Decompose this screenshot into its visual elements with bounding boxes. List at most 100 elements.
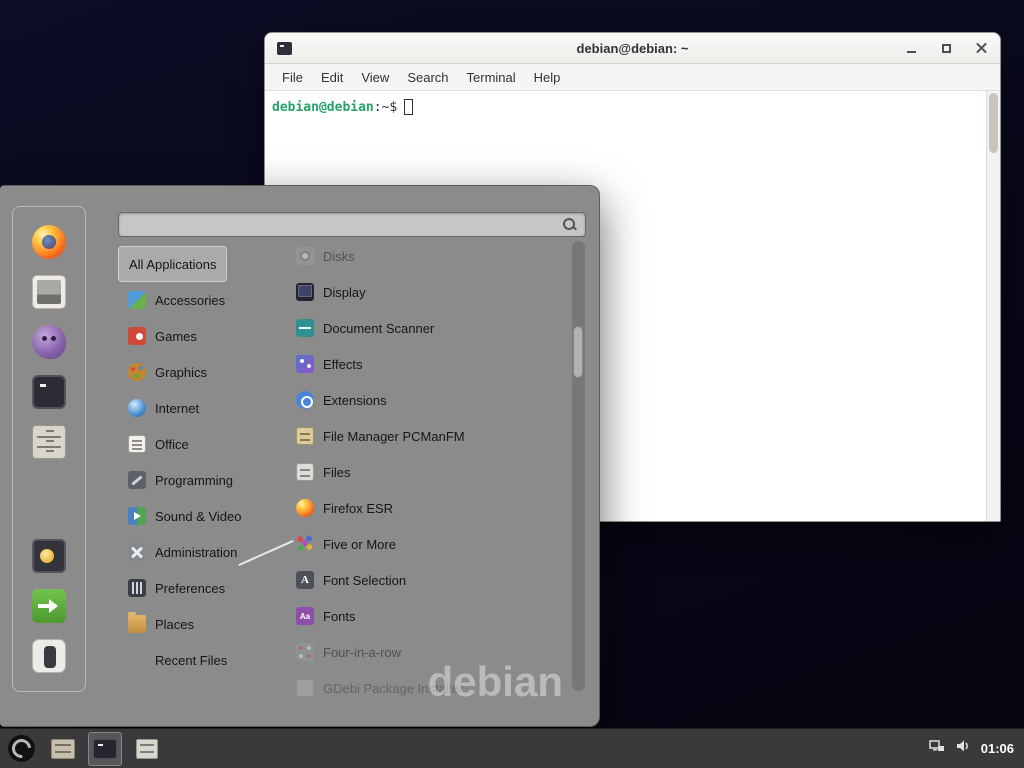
lock-screen-icon xyxy=(32,539,66,573)
category-accessories[interactable]: Accessories xyxy=(118,282,235,318)
app-label: Disks xyxy=(323,249,355,264)
menu-search-box[interactable] xyxy=(118,212,586,237)
lock-screen-button[interactable] xyxy=(27,534,71,578)
terminal-icon xyxy=(32,375,66,409)
shutdown-icon xyxy=(32,639,66,673)
volume-icon[interactable] xyxy=(955,738,971,759)
menu-edit[interactable]: Edit xyxy=(312,66,352,89)
terminal-cursor xyxy=(404,99,413,115)
firefox-icon xyxy=(32,225,66,259)
prompt-path: ~ xyxy=(382,100,390,115)
programming-icon xyxy=(128,471,146,489)
category-recent-files[interactable]: Recent Files xyxy=(118,642,237,678)
app-firefox-esr[interactable]: Firefox ESR xyxy=(288,490,570,526)
app-extensions[interactable]: Extensions xyxy=(288,382,570,418)
category-label: Places xyxy=(155,617,194,632)
prompt-symbol: $ xyxy=(389,100,397,115)
application-list: Disks Display Document Scanner Effects E… xyxy=(288,238,570,698)
category-sound-video[interactable]: Sound & Video xyxy=(118,498,252,534)
category-label: Recent Files xyxy=(155,653,227,668)
category-label: Graphics xyxy=(155,365,207,380)
photos-icon xyxy=(32,275,66,309)
firefox-icon xyxy=(296,499,314,517)
app-display[interactable]: Display xyxy=(288,274,570,310)
category-label: Office xyxy=(155,437,189,452)
app-disks[interactable]: Disks xyxy=(288,238,570,274)
favorite-terminal[interactable] xyxy=(27,370,71,414)
taskbar-terminal[interactable] xyxy=(88,732,122,766)
favorite-file-manager[interactable] xyxy=(27,420,71,464)
menu-file[interactable]: File xyxy=(273,66,312,89)
category-graphics[interactable]: Graphics xyxy=(118,354,217,390)
font-selection-icon xyxy=(296,571,314,589)
accessories-icon xyxy=(128,291,146,309)
app-label: Five or More xyxy=(323,537,396,552)
logout-icon xyxy=(32,589,66,623)
favorite-mascot-app[interactable] xyxy=(27,320,71,364)
fonts-icon xyxy=(296,607,314,625)
app-label: Font Selection xyxy=(323,573,406,588)
terminal-scrollbar-thumb[interactable] xyxy=(989,93,998,153)
category-label: Accessories xyxy=(155,293,225,308)
app-label: Effects xyxy=(323,357,363,372)
app-label: Files xyxy=(323,465,350,480)
extensions-icon xyxy=(296,391,314,409)
app-label: File Manager PCManFM xyxy=(323,429,465,444)
prompt-user-host: debian@debian xyxy=(272,100,374,115)
recent-files-icon xyxy=(128,651,146,669)
app-font-selection[interactable]: Font Selection xyxy=(288,562,570,598)
app-file-manager-pcmanfm[interactable]: File Manager PCManFM xyxy=(288,418,570,454)
terminal-prompt: debian@debian:~$ xyxy=(272,99,978,115)
menu-button[interactable] xyxy=(4,732,38,766)
minimize-button[interactable] xyxy=(904,41,918,55)
category-all-applications[interactable]: All Applications xyxy=(118,246,227,282)
app-label: Firefox ESR xyxy=(323,501,393,516)
menu-search[interactable]: Search xyxy=(398,66,457,89)
menu-terminal[interactable]: Terminal xyxy=(458,66,525,89)
category-games[interactable]: Games xyxy=(118,318,207,354)
app-list-scrollbar[interactable] xyxy=(572,241,585,691)
terminal-window-icon xyxy=(277,42,292,55)
app-fonts[interactable]: Fonts xyxy=(288,598,570,634)
favorite-firefox[interactable] xyxy=(27,220,71,264)
close-button[interactable] xyxy=(974,41,988,55)
disks-icon xyxy=(296,247,314,265)
category-internet[interactable]: Internet xyxy=(118,390,209,426)
debian-watermark: debian xyxy=(428,658,563,706)
category-preferences[interactable]: Preferences xyxy=(118,570,235,606)
maximize-button[interactable] xyxy=(939,41,953,55)
app-document-scanner[interactable]: Document Scanner xyxy=(288,310,570,346)
terminal-scrollbar[interactable] xyxy=(986,91,1000,521)
app-list-scrollbar-thumb[interactable] xyxy=(573,326,583,378)
logout-button[interactable] xyxy=(27,584,71,628)
category-administration[interactable]: Administration xyxy=(118,534,247,570)
taskbar: 01:06 xyxy=(0,728,1024,768)
menu-view[interactable]: View xyxy=(352,66,398,89)
search-icon xyxy=(563,218,577,232)
shutdown-button[interactable] xyxy=(27,634,71,678)
category-office[interactable]: Office xyxy=(118,426,199,462)
category-programming[interactable]: Programming xyxy=(118,462,243,498)
terminal-titlebar[interactable]: debian@debian: ~ xyxy=(265,33,1000,64)
network-icon[interactable] xyxy=(929,738,945,759)
menu-search-input[interactable] xyxy=(127,213,563,236)
display-icon xyxy=(296,283,314,301)
taskbar-file-manager[interactable] xyxy=(46,732,80,766)
clock[interactable]: 01:06 xyxy=(981,741,1014,756)
category-label: Sound & Video xyxy=(155,509,242,524)
files-icon xyxy=(136,739,158,759)
menu-help[interactable]: Help xyxy=(525,66,570,89)
favorite-photos[interactable] xyxy=(27,270,71,314)
games-icon xyxy=(128,327,146,345)
window-controls xyxy=(904,33,988,63)
app-five-or-more[interactable]: Five or More xyxy=(288,526,570,562)
category-label: Preferences xyxy=(155,581,225,596)
category-places[interactable]: Places xyxy=(118,606,204,642)
app-effects[interactable]: Effects xyxy=(288,346,570,382)
gdebi-icon xyxy=(296,679,314,697)
app-files[interactable]: Files xyxy=(288,454,570,490)
window-title: debian@debian: ~ xyxy=(577,41,689,56)
prompt-separator: : xyxy=(374,100,382,115)
taskbar-files[interactable] xyxy=(130,732,164,766)
file-manager-icon xyxy=(296,427,314,445)
